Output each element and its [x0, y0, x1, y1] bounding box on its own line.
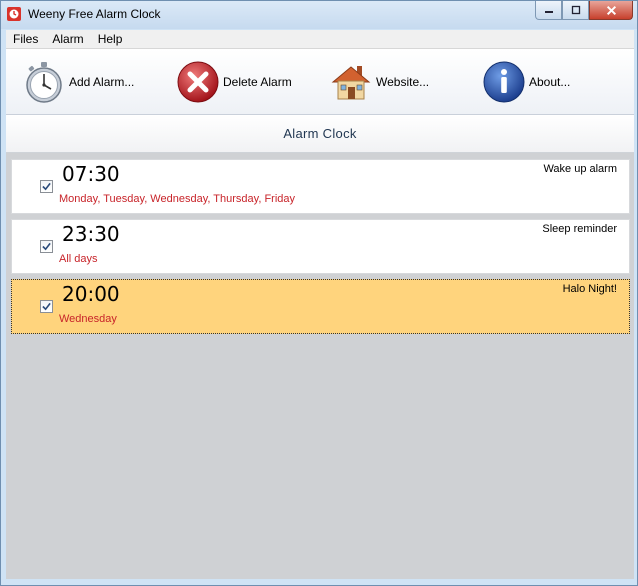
stopwatch-icon [26, 62, 62, 103]
alarm-days: Wednesday [59, 313, 117, 325]
toolbar: Add Alarm... Delete Alarm Website... Abo… [6, 49, 634, 115]
house-icon [331, 66, 371, 100]
alarm-item-selected[interactable]: 20:00 Wednesday Halo Night! [11, 279, 630, 334]
maximize-icon [571, 5, 580, 15]
app-icon [7, 7, 21, 21]
app-window: Weeny Free Alarm Clock Files Alarm Help [0, 0, 638, 586]
window-controls [535, 1, 633, 20]
alarm-time: 20:00 [62, 282, 120, 306]
minimize-icon [544, 11, 553, 13]
close-button[interactable] [589, 1, 633, 20]
menu-help[interactable]: Help [91, 32, 130, 46]
alarm-item[interactable]: 23:30 All days Sleep reminder [11, 219, 630, 274]
about-button[interactable]: About... [482, 59, 570, 105]
alarm-enabled-checkbox[interactable] [40, 180, 53, 193]
about-label: About... [529, 75, 571, 89]
delete-alarm-button[interactable]: Delete Alarm [176, 59, 292, 105]
minimize-button[interactable] [535, 1, 562, 20]
menu-bar: Files Alarm Help [6, 30, 634, 49]
window-title: Weeny Free Alarm Clock [28, 7, 161, 21]
alarm-note: Halo Night! [562, 283, 617, 295]
close-icon [606, 5, 616, 15]
website-button[interactable]: Website... [329, 59, 429, 105]
alarm-days: All days [59, 253, 98, 265]
menu-files[interactable]: Files [6, 32, 45, 46]
delete-alarm-label: Delete Alarm [223, 75, 292, 89]
alarm-time: 23:30 [62, 222, 120, 246]
alarm-note: Sleep reminder [542, 223, 617, 235]
checkmark-icon [42, 242, 51, 251]
alarm-enabled-checkbox[interactable] [40, 240, 53, 253]
alarm-enabled-checkbox[interactable] [40, 300, 53, 313]
menu-alarm[interactable]: Alarm [45, 32, 90, 46]
checkmark-icon [42, 182, 51, 191]
maximize-button[interactable] [562, 1, 589, 20]
info-icon [483, 61, 525, 103]
page-title: Alarm Clock [283, 126, 357, 141]
alarm-list: 07:30 Monday, Tuesday, Wednesday, Thursd… [6, 153, 634, 579]
add-alarm-button[interactable]: Add Alarm... [22, 59, 134, 105]
window-bottom-border [6, 579, 634, 585]
website-label: Website... [376, 75, 430, 89]
title-bar[interactable]: Weeny Free Alarm Clock [1, 1, 637, 29]
alarm-days: Monday, Tuesday, Wednesday, Thursday, Fr… [59, 193, 296, 205]
delete-x-icon [177, 61, 219, 103]
checkmark-icon [42, 302, 51, 311]
alarm-time: 07:30 [62, 162, 120, 186]
alarm-note: Wake up alarm [543, 163, 617, 175]
add-alarm-label: Add Alarm... [69, 75, 135, 89]
alarm-list-header: Alarm Clock [6, 115, 634, 153]
alarm-item[interactable]: 07:30 Monday, Tuesday, Wednesday, Thursd… [11, 159, 630, 214]
